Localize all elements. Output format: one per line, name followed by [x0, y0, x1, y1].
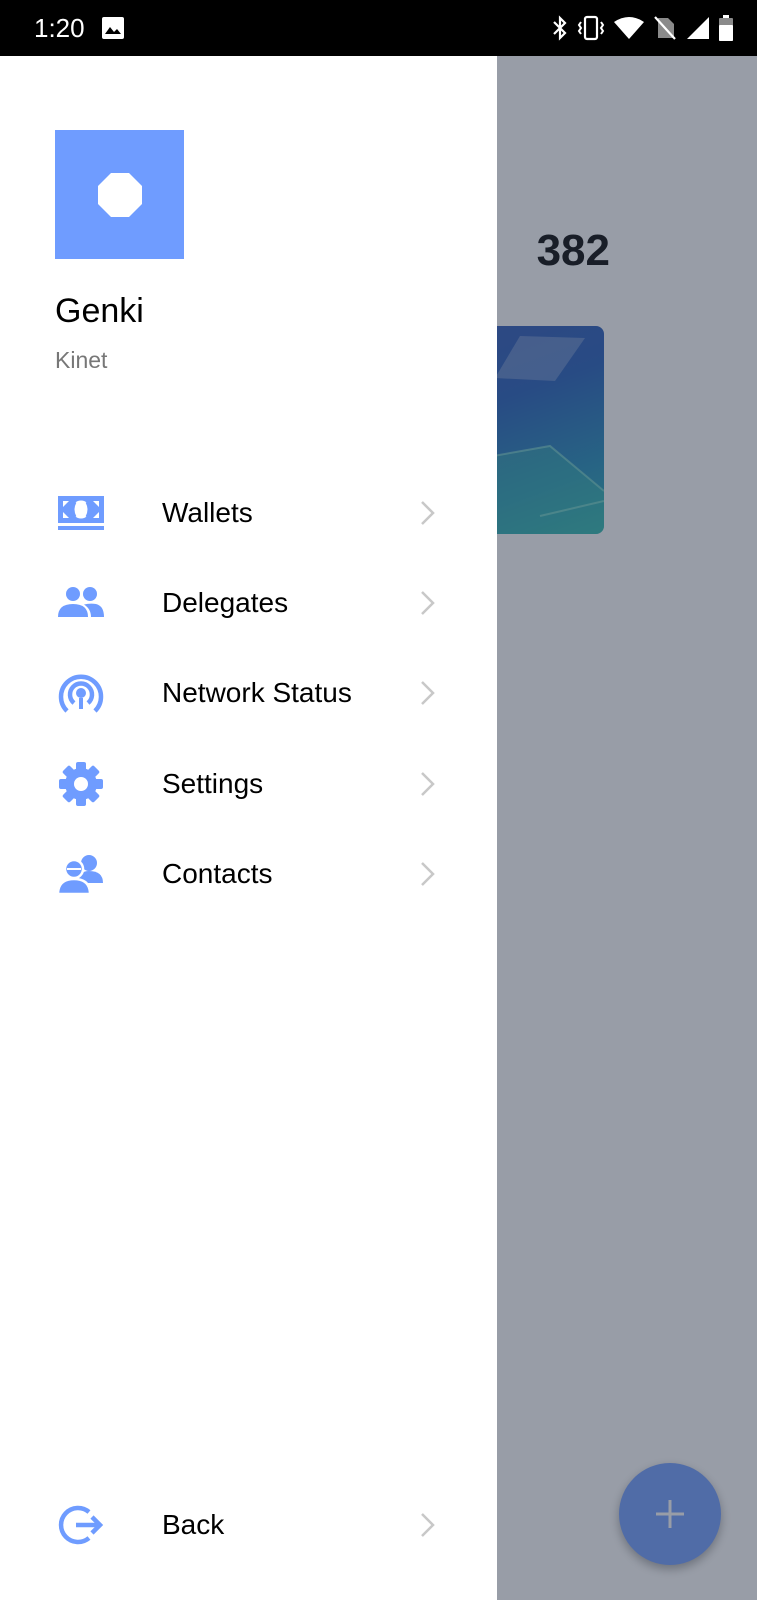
menu-item-wallets[interactable]: Wallets [0, 468, 497, 558]
no-sim-icon [653, 15, 677, 41]
wallet-icon [56, 489, 106, 537]
menu-item-label: Network Status [162, 677, 352, 708]
settings-gear-icon [56, 760, 106, 808]
chevron-right-icon [421, 681, 435, 705]
menu-item-contacts[interactable]: Contacts [0, 829, 497, 919]
menu-item-network-status[interactable]: Network Status [0, 648, 497, 738]
chevron-right-icon [421, 772, 435, 796]
octagon-icon [97, 172, 142, 217]
wifi-icon [613, 16, 645, 40]
signal-icon [685, 15, 711, 41]
avatar [55, 130, 184, 259]
chevron-right-icon [421, 862, 435, 886]
menu-item-label: Delegates [162, 587, 289, 618]
chevron-right-icon [421, 501, 435, 525]
navigation-drawer: Genki Kinet Wallets Delegates Network St… [0, 56, 497, 1600]
menu-item-label: Wallets [162, 497, 253, 528]
chevron-right-icon [421, 1513, 435, 1537]
chevron-right-icon [421, 591, 435, 615]
profile-network: Kinet [55, 347, 108, 373]
network-status-icon [56, 669, 106, 717]
battery-icon [719, 15, 733, 41]
menu-item-delegates[interactable]: Delegates [0, 558, 497, 648]
contacts-icon [56, 850, 106, 898]
status-icons [551, 14, 733, 42]
menu-item-label: Settings [162, 768, 264, 799]
status-time: 1:20 [34, 13, 85, 43]
profile-name: Genki [55, 292, 144, 330]
bluetooth-icon [551, 15, 569, 41]
status-bar: 1:20 [0, 0, 757, 56]
delegates-icon [56, 579, 106, 627]
menu-item-settings[interactable]: Settings [0, 739, 497, 829]
menu-item-back[interactable]: Back [0, 1480, 497, 1570]
menu-item-label: Contacts [162, 858, 273, 889]
vibrate-icon [577, 15, 605, 41]
gallery-icon [102, 17, 124, 44]
back-exit-icon [56, 1501, 106, 1549]
menu-item-label: Back [162, 1509, 225, 1540]
